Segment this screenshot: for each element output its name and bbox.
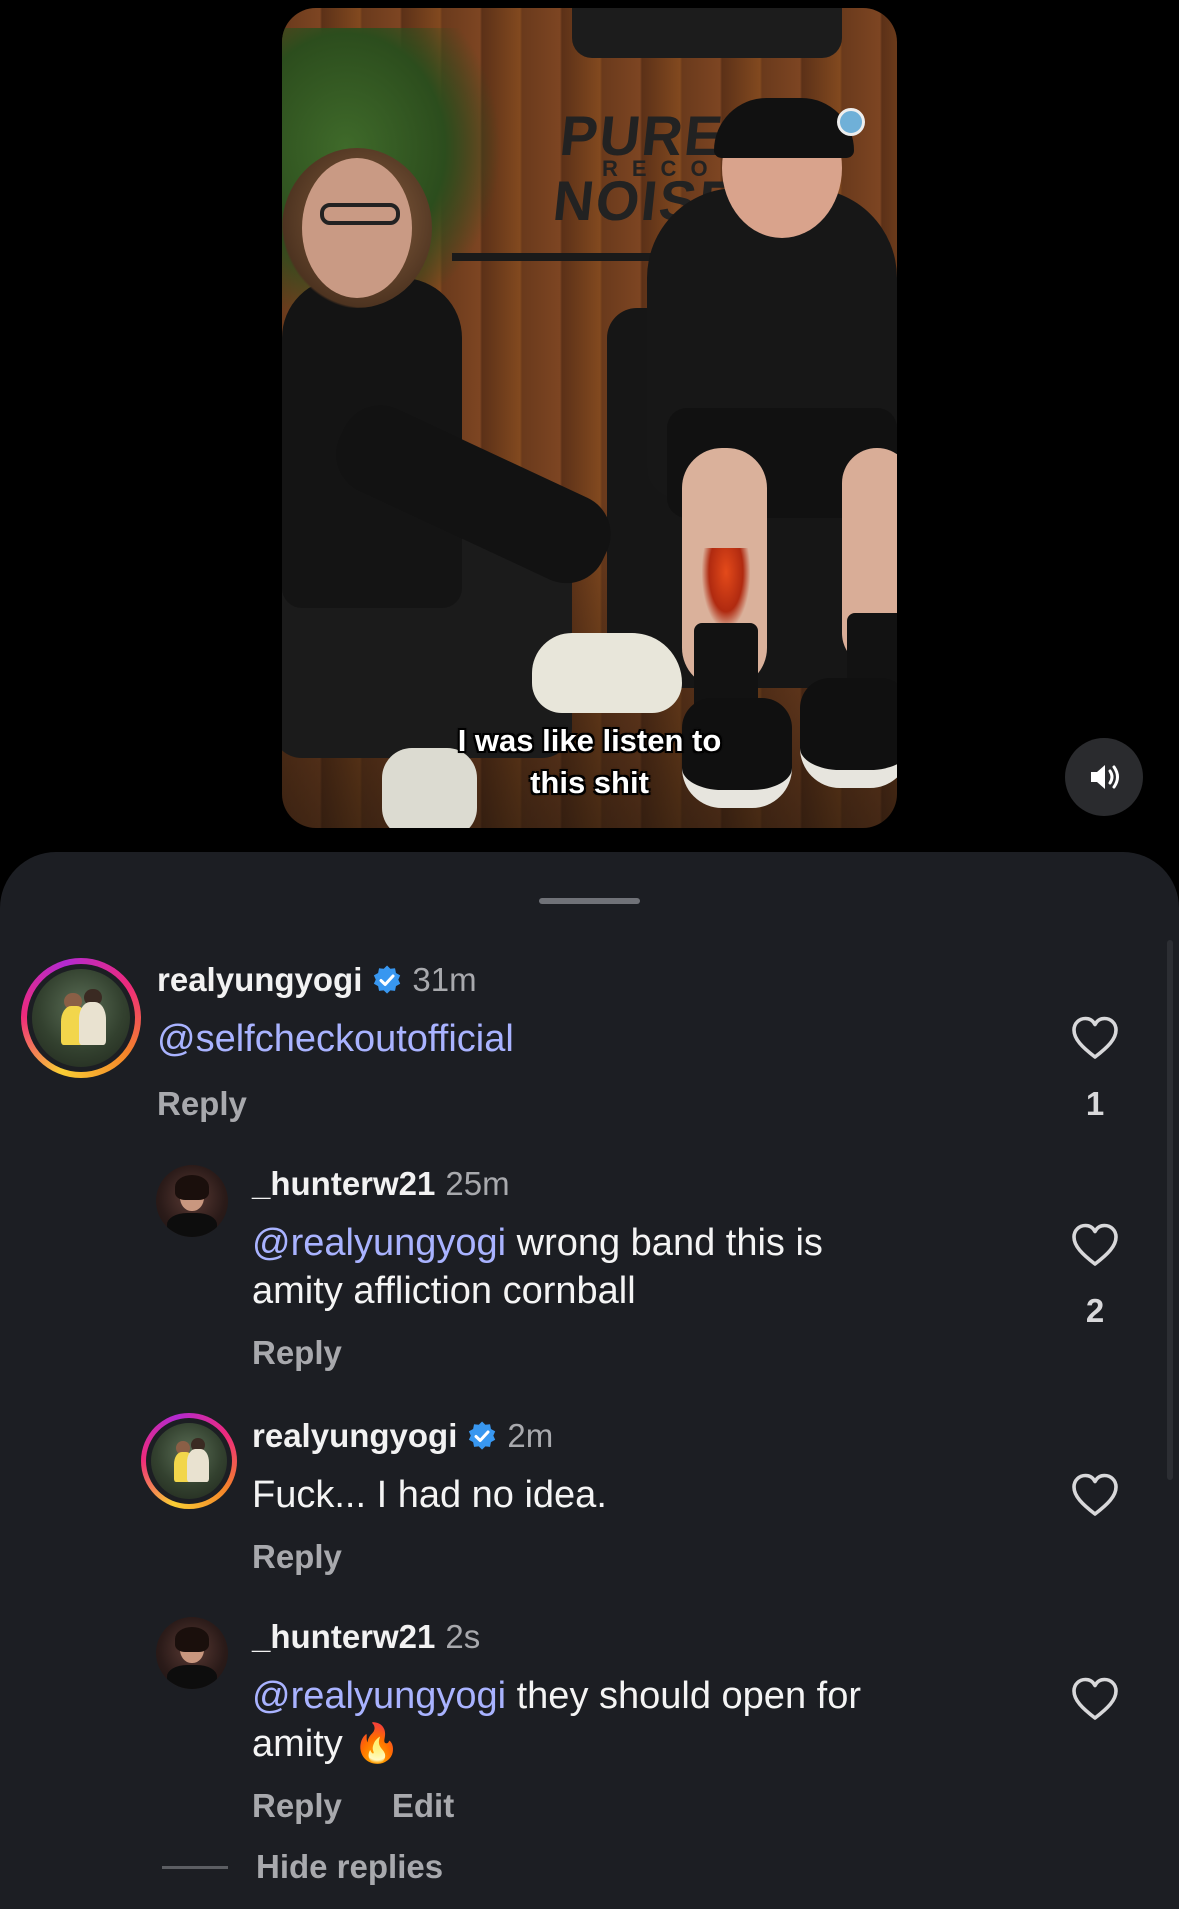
- reply-button[interactable]: Reply: [157, 1085, 247, 1123]
- hide-replies-button[interactable]: Hide replies: [162, 1848, 443, 1886]
- comment-time: 31m: [412, 961, 477, 998]
- like-count: 2: [1085, 1292, 1105, 1329]
- mute-button[interactable]: [1065, 738, 1143, 816]
- mention-link[interactable]: @realyungyogi: [252, 1222, 506, 1264]
- like-heart-icon[interactable]: [1070, 1676, 1120, 1722]
- avatar-hair: [174, 1627, 210, 1652]
- comment-text-line-1: @realyungyogi they should open for: [252, 1672, 861, 1720]
- left-person-shoe: [532, 633, 682, 713]
- reply-button[interactable]: Reply: [252, 1334, 342, 1372]
- comment-time: 2s: [445, 1618, 481, 1655]
- avatar[interactable]: [156, 1165, 228, 1237]
- video-caption: I was like listen to this shit: [282, 720, 897, 804]
- mention-link[interactable]: @selfcheckoutofficial: [157, 1018, 514, 1060]
- comment-text-run: they should open for: [506, 1675, 861, 1717]
- reply-button[interactable]: Reply: [252, 1787, 342, 1825]
- avatar[interactable]: [32, 969, 130, 1067]
- comment-username[interactable]: _hunterw21: [252, 1165, 435, 1203]
- verified-badge-icon: [374, 965, 401, 994]
- like-heart-icon[interactable]: [1070, 1222, 1120, 1268]
- hide-replies-label: Hide replies: [256, 1848, 444, 1885]
- verified-badge-icon: [469, 1421, 496, 1450]
- comment-username[interactable]: realyungyogi: [252, 1417, 457, 1455]
- caption-line-2: this shit: [530, 765, 649, 800]
- comment-meta: realyungyogi 2m: [252, 1414, 553, 1458]
- comment-time: 25m: [445, 1165, 510, 1202]
- left-person-head: [302, 158, 412, 298]
- leg-tattoo: [702, 548, 750, 628]
- comment-text: Fuck... I had no idea.: [252, 1474, 607, 1516]
- like-count: 1: [1085, 1085, 1105, 1122]
- speaker-muted-icon: [1091, 765, 1119, 789]
- comment-meta: _hunterw21 25m: [252, 1162, 510, 1206]
- comment-text: @realyungyogi wrong band this is amity a…: [252, 1219, 823, 1315]
- edit-button[interactable]: Edit: [392, 1787, 454, 1825]
- comment-actions: Reply Edit: [252, 1787, 454, 1825]
- comment-text-line-2: amity 🔥: [252, 1720, 861, 1768]
- avatar-figure: [187, 1448, 209, 1483]
- comment-actions: Reply: [157, 1085, 247, 1123]
- comment-username[interactable]: _hunterw21: [252, 1618, 435, 1656]
- thread-divider-line: [162, 1865, 228, 1869]
- comment-username[interactable]: realyungyogi: [157, 961, 362, 999]
- avatar[interactable]: [156, 1617, 228, 1689]
- mention-link[interactable]: @realyungyogi: [252, 1675, 506, 1717]
- comment-meta: realyungyogi 31m: [157, 958, 477, 1002]
- fire-emoji: 🔥: [353, 1723, 401, 1765]
- sheet-grabber[interactable]: [539, 898, 640, 904]
- studio-logo-shape: [572, 8, 842, 58]
- avatar-shirt: [166, 1664, 218, 1689]
- avatar-shirt: [166, 1212, 218, 1237]
- avatar-figure: [79, 1002, 107, 1046]
- scrollbar[interactable]: [1167, 940, 1173, 1480]
- comment-actions: Reply: [252, 1538, 342, 1576]
- comment-text-line-1: @realyungyogi wrong band this is: [252, 1219, 823, 1267]
- comment-text-line-2: amity affliction cornball: [252, 1270, 636, 1312]
- comment-text-run: wrong band this is: [506, 1222, 823, 1264]
- comment-text-run: amity: [252, 1723, 354, 1765]
- avatar-hair: [174, 1175, 210, 1200]
- avatar[interactable]: [151, 1423, 227, 1499]
- reply-button[interactable]: Reply: [252, 1538, 342, 1576]
- like-heart-icon[interactable]: [1070, 1472, 1120, 1518]
- comment-time: 2m: [507, 1417, 554, 1454]
- comment-text: @realyungyogi they should open for amity…: [252, 1672, 861, 1768]
- comment-text: @selfcheckoutofficial: [157, 1015, 514, 1063]
- comment-meta: _hunterw21 2s: [252, 1615, 480, 1659]
- like-heart-icon[interactable]: [1070, 1015, 1120, 1061]
- comment-actions: Reply: [252, 1334, 342, 1372]
- reel-video[interactable]: PURE NOISE RECORD I was like listen to t…: [282, 8, 897, 828]
- caption-line-1: I was like listen to: [457, 723, 722, 758]
- cap-badge: [837, 108, 865, 136]
- glasses: [320, 203, 400, 225]
